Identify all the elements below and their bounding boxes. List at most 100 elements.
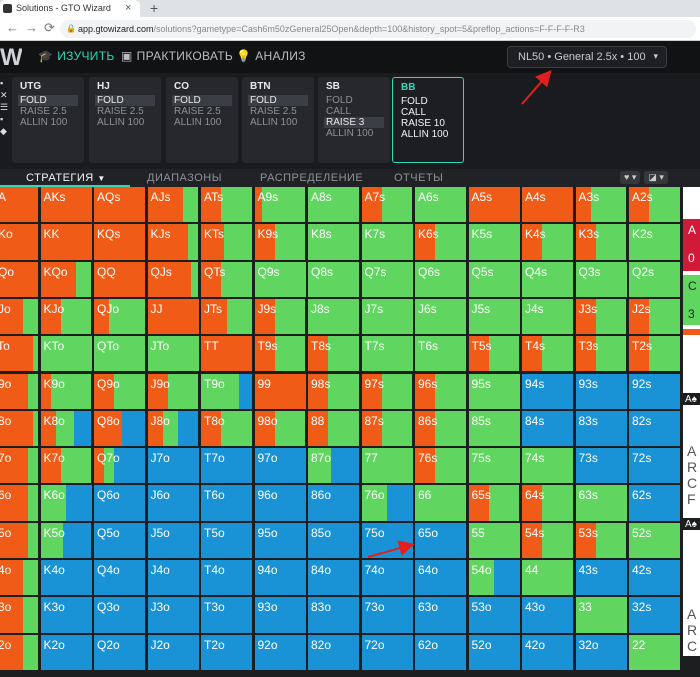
hand-cell[interactable]: 43o <box>522 597 574 634</box>
hand-cell[interactable]: A5s <box>468 187 521 224</box>
hand-cell[interactable]: Q6s <box>415 261 467 298</box>
hand-cell[interactable]: J5s <box>468 298 521 336</box>
hand-cell[interactable]: 92o <box>254 634 307 671</box>
hand-cell[interactable]: J5o <box>147 522 200 559</box>
hand-cell[interactable]: KJs <box>147 224 200 261</box>
action-option[interactable]: CALL <box>324 106 384 117</box>
hand-cell[interactable]: AQo <box>0 261 39 298</box>
hand-cell[interactable]: K8s <box>308 224 360 261</box>
hand-cell[interactable]: AKo <box>0 224 39 261</box>
hand-cell[interactable]: Q6o <box>94 485 146 522</box>
position-card-btn[interactable]: BTN FOLD RAISE 2.5 ALLIN 100 <box>242 77 314 163</box>
hand-cell[interactable]: K4o <box>40 560 93 597</box>
display-mode-button[interactable]: ◪ ▾ <box>644 171 668 184</box>
hand-cell[interactable]: 86o <box>308 485 360 522</box>
hand-cell[interactable]: QTs <box>201 261 253 298</box>
action-option[interactable]: RAISE 3 <box>324 117 384 128</box>
hand-cell[interactable]: A7s <box>361 187 414 224</box>
hand-cell[interactable]: QJs <box>147 261 200 298</box>
hand-cell[interactable]: 52o <box>468 634 521 671</box>
hand-cell[interactable]: Q9o <box>94 373 146 410</box>
hand-cell[interactable]: A2o <box>0 634 39 671</box>
hand-cell[interactable]: T8o <box>201 410 253 448</box>
hand-cell[interactable]: 92s <box>629 373 681 410</box>
hand-cell[interactable]: K5o <box>40 522 93 559</box>
hand-cell[interactable]: Q4o <box>94 560 146 597</box>
hand-cell[interactable]: 62o <box>415 634 467 671</box>
hand-cell[interactable]: 74s <box>522 448 574 485</box>
hand-cell[interactable]: T5s <box>468 336 521 373</box>
hand-cell[interactable]: K2s <box>629 224 681 261</box>
hand-cell[interactable]: K7o <box>40 448 93 485</box>
hand-cell[interactable]: A6s <box>415 187 467 224</box>
heart-filter-button[interactable]: ♥ ▾ <box>620 171 641 184</box>
hand-cell[interactable]: 85s <box>468 410 521 448</box>
action-option[interactable]: CALL <box>399 107 457 118</box>
hand-cell[interactable]: J3s <box>575 298 628 336</box>
hand-cell[interactable]: T6s <box>415 336 467 373</box>
action-option[interactable]: FOLD <box>399 96 457 107</box>
hand-cell[interactable]: K3s <box>575 224 628 261</box>
tab-reports[interactable]: ОТЧЕТЫ <box>394 172 443 184</box>
hand-cell[interactable]: Q7o <box>94 448 146 485</box>
hand-cell[interactable]: 75s <box>468 448 521 485</box>
hand-cell[interactable]: AQs <box>94 187 146 224</box>
hand-cell[interactable]: 95o <box>254 522 307 559</box>
hand-cell[interactable]: J7s <box>361 298 414 336</box>
hand-cell[interactable]: J8o <box>147 410 200 448</box>
hand-cell[interactable]: A9o <box>0 373 39 410</box>
hand-cell[interactable]: KK <box>40 224 93 261</box>
hand-cell[interactable]: 87s <box>361 410 414 448</box>
hand-cell[interactable]: 73o <box>361 597 414 634</box>
gto-wizard-logo[interactable]: W <box>0 44 22 72</box>
hand-cell[interactable]: J3o <box>147 597 200 634</box>
position-card-bb[interactable]: BB FOLD CALL RAISE 10 ALLIN 100 <box>392 77 464 163</box>
action-option[interactable]: ALLIN 100 <box>399 129 457 140</box>
position-card-sb[interactable]: SB FOLD CALL RAISE 3 ALLIN 100 <box>318 77 390 163</box>
hand-cell[interactable]: Q8o <box>94 410 146 448</box>
hand-cell[interactable]: 42s <box>629 560 681 597</box>
hand-cell[interactable]: T3o <box>201 597 253 634</box>
position-card-hj[interactable]: HJ FOLD RAISE 2.5 ALLIN 100 <box>89 77 161 163</box>
game-type-selector[interactable]: NL50 • General 2.5x • 100 ▾ <box>507 46 667 68</box>
hand-cell[interactable]: AKs <box>40 187 93 224</box>
close-tab-icon[interactable]: × <box>125 2 131 14</box>
tab-ranges[interactable]: ДИАПАЗОНЫ <box>147 172 222 184</box>
hand-cell[interactable]: T5o <box>201 522 253 559</box>
hand-cell[interactable]: T9o <box>201 373 253 410</box>
action-option[interactable]: RAISE 2.5 <box>18 106 78 117</box>
hand-cell[interactable]: 84s <box>522 410 574 448</box>
hand-cell[interactable]: 83o <box>308 597 360 634</box>
hand-cell[interactable]: 42o <box>522 634 574 671</box>
side-toolbar-icons[interactable]: ▪ ✕ ☰ ▪ ◆ <box>0 77 8 137</box>
hand-cell[interactable]: 65o <box>415 522 467 559</box>
hand-cell[interactable]: 22 <box>629 634 681 671</box>
hand-cell[interactable]: J4o <box>147 560 200 597</box>
hand-cell[interactable]: 86s <box>415 410 467 448</box>
hand-cell[interactable]: 33 <box>575 597 628 634</box>
hand-cell[interactable]: A8o <box>0 410 39 448</box>
hand-cell[interactable]: Q5s <box>468 261 521 298</box>
hand-cell[interactable]: J6s <box>415 298 467 336</box>
action-option[interactable]: ALLIN 100 <box>18 117 78 128</box>
hand-cell[interactable]: 95s <box>468 373 521 410</box>
hand-cell[interactable]: AA <box>0 187 39 224</box>
action-option[interactable]: ALLIN 100 <box>95 117 155 128</box>
nav-analyze[interactable]: 💡 АНАЛИЗ <box>236 49 306 63</box>
hand-cell[interactable]: T4o <box>201 560 253 597</box>
hand-cell[interactable]: KQs <box>94 224 146 261</box>
hand-cell[interactable]: K8o <box>40 410 93 448</box>
hand-cell[interactable]: KTs <box>201 224 253 261</box>
hand-cell[interactable]: JTs <box>201 298 253 336</box>
hand-cell[interactable]: 54s <box>522 522 574 559</box>
hand-cell[interactable]: 73s <box>575 448 628 485</box>
hand-cell[interactable]: K5s <box>468 224 521 261</box>
hand-cell[interactable]: 85o <box>308 522 360 559</box>
hand-cell[interactable]: Q2s <box>629 261 681 298</box>
action-option[interactable]: FOLD <box>95 95 155 106</box>
hand-cell[interactable]: J2o <box>147 634 200 671</box>
hand-cell[interactable]: 98s <box>308 373 360 410</box>
hand-cell[interactable]: 76o <box>361 485 414 522</box>
hand-cell[interactable]: J4s <box>522 298 574 336</box>
hand-cell[interactable]: T9s <box>254 336 307 373</box>
